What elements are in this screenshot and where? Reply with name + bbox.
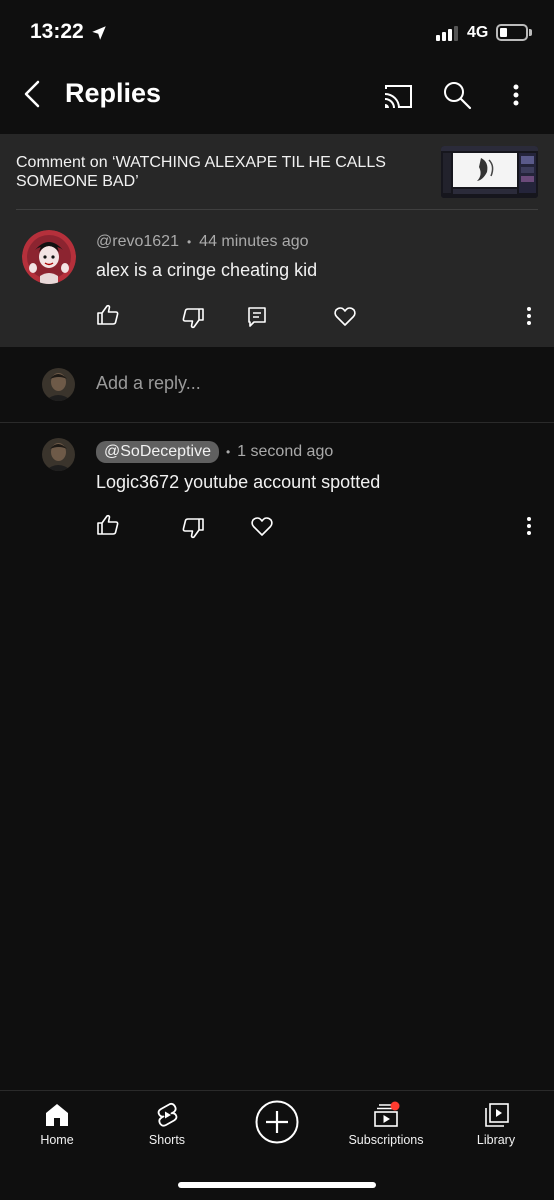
shorts-icon <box>157 1102 178 1127</box>
comment-time: 44 minutes ago <box>199 233 309 250</box>
reply-text: Logic3672 youtube account spotted <box>96 472 381 492</box>
more-icon[interactable] <box>504 80 528 112</box>
reply-time: 1 second ago <box>237 443 334 460</box>
reply-more-icon[interactable] <box>517 514 541 538</box>
user-avatar <box>42 368 75 401</box>
avatar[interactable] <box>42 438 75 471</box>
comment-text: alex is a cringe cheating kid <box>96 260 318 280</box>
back-icon[interactable] <box>16 76 52 112</box>
comment-context-row[interactable]: Comment on ‘WATCHING ALEXAPE TIL HE CALL… <box>0 134 554 210</box>
nav-library-label: Library <box>476 1133 516 1147</box>
nav-shorts[interactable]: Shorts <box>112 1091 222 1161</box>
meta-separator: • <box>225 445 231 459</box>
dislike-icon[interactable] <box>181 516 205 540</box>
notification-dot <box>390 1101 400 1111</box>
header: Replies <box>0 60 554 134</box>
like-icon[interactable] <box>96 303 120 327</box>
cast-icon[interactable] <box>382 80 414 112</box>
status-bar: 13:22 4G <box>0 0 554 60</box>
video-thumbnail[interactable] <box>441 146 538 198</box>
dislike-icon[interactable] <box>181 306 205 330</box>
subscriptions-icon <box>374 1101 400 1127</box>
home-icon <box>46 1104 68 1126</box>
search-icon[interactable] <box>441 79 473 111</box>
nav-home-label: Home <box>40 1133 74 1147</box>
location-arrow-icon <box>92 26 106 40</box>
nav-subscriptions-label: Subscriptions <box>348 1133 424 1147</box>
nav-home[interactable]: Home <box>2 1091 112 1161</box>
create-plus-icon[interactable] <box>254 1099 300 1145</box>
comment-more-icon[interactable] <box>517 304 541 328</box>
status-time: 13:22 <box>30 20 84 43</box>
meta-separator: • <box>186 235 192 249</box>
home-indicator <box>178 1182 376 1188</box>
nav-subscriptions[interactable]: Subscriptions <box>331 1091 441 1161</box>
network-type: 4G <box>467 24 489 41</box>
like-icon[interactable] <box>96 513 120 537</box>
heart-icon[interactable] <box>333 304 357 328</box>
library-icon <box>485 1103 509 1127</box>
comment-context-text: Comment on ‘WATCHING ALEXAPE TIL HE CALL… <box>16 154 386 190</box>
parent-comment-panel: Comment on ‘WATCHING ALEXAPE TIL HE CALL… <box>0 134 554 347</box>
comment-meta: @revo1621 • 44 minutes ago <box>96 233 309 251</box>
reply-icon[interactable] <box>245 305 269 329</box>
nav-shorts-label: Shorts <box>148 1133 186 1147</box>
avatar[interactable] <box>22 230 76 284</box>
battery-icon <box>496 24 528 41</box>
divider <box>0 422 554 423</box>
reply-meta: @SoDeceptive • 1 second ago <box>96 441 333 463</box>
nav-library[interactable]: Library <box>441 1091 551 1161</box>
reply-author-badge[interactable]: @SoDeceptive <box>96 441 219 463</box>
page-title: Replies <box>65 78 162 108</box>
add-reply-row[interactable]: Add a reply... <box>0 347 554 423</box>
cellular-signal-icon <box>436 25 458 41</box>
battery-cap <box>529 29 532 36</box>
heart-icon[interactable] <box>250 514 274 538</box>
divider <box>16 209 538 210</box>
add-reply-input[interactable]: Add a reply... <box>96 373 201 394</box>
comment-author[interactable]: @revo1621 <box>96 233 179 251</box>
